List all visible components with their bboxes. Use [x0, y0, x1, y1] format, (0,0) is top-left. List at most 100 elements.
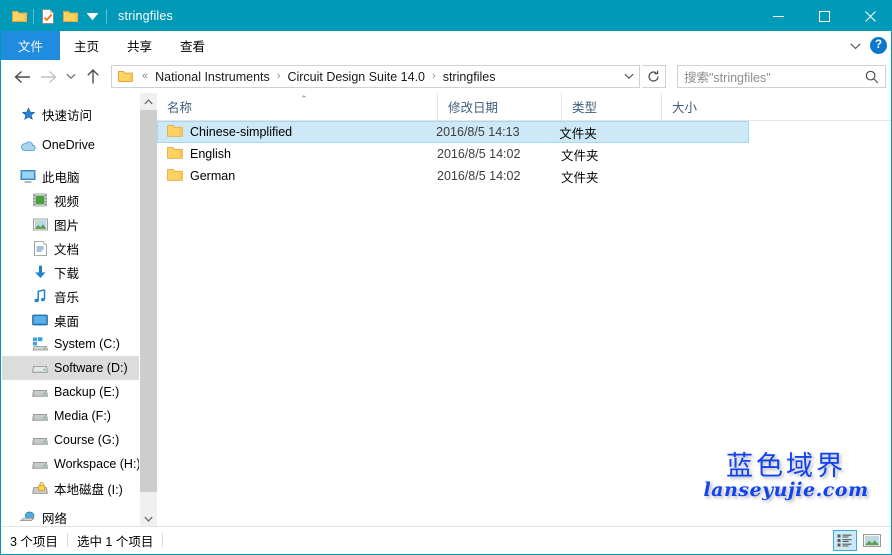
- sidebar-item-system-c[interactable]: System (C:): [2, 332, 139, 356]
- sidebar-item-downloads[interactable]: 下载: [2, 260, 139, 284]
- chevron-down-icon[interactable]: [81, 5, 103, 27]
- documents-icon: [32, 240, 48, 256]
- tab-share[interactable]: 共享: [113, 31, 166, 60]
- address-breadcrumb-bar[interactable]: « National Instruments › Circuit Design …: [111, 65, 640, 88]
- sidebar-item-label: System (C:): [54, 337, 120, 351]
- sidebar-item-this-pc[interactable]: 此电脑: [2, 164, 139, 188]
- breadcrumb-separator-2[interactable]: ›: [427, 71, 441, 82]
- file-list-pane: 名称 ⌃ 修改日期 类型 大小 Chinese-simplified 2016/…: [157, 93, 891, 527]
- videos-icon: [32, 192, 48, 208]
- sidebar-item-onedrive[interactable]: OneDrive: [2, 133, 139, 157]
- scrollbar-thumb[interactable]: [140, 110, 157, 492]
- scroll-down-icon[interactable]: [140, 510, 157, 527]
- properties-icon[interactable]: [37, 5, 59, 27]
- close-button[interactable]: [847, 1, 891, 31]
- file-name-label: Chinese-simplified: [190, 125, 293, 139]
- column-header-size[interactable]: 大小: [661, 93, 751, 120]
- drive-icon: [32, 384, 48, 400]
- column-header-label: 类型: [572, 101, 598, 115]
- tab-file[interactable]: 文件: [1, 31, 61, 60]
- file-type-cell: 文件夹: [559, 126, 597, 141]
- sidebar-item-local-disk-i[interactable]: 本地磁盘 (I:): [2, 476, 139, 500]
- tab-view[interactable]: 查看: [166, 31, 219, 60]
- file-name-cell: Chinese-simplified: [158, 124, 436, 140]
- column-header-name[interactable]: 名称 ⌃: [157, 93, 437, 120]
- tab-home[interactable]: 主页: [60, 31, 113, 60]
- sidebar-item-label: 图片: [54, 218, 80, 233]
- breadcrumb-item-circuit-design-suite[interactable]: Circuit Design Suite 14.0: [285, 70, 427, 84]
- refresh-button[interactable]: [642, 65, 666, 88]
- navigation-pane: 快速访问 OneDrive 此电脑 视频 图片 文档 下载 音乐 桌面 Syst…: [2, 93, 139, 527]
- column-header-type[interactable]: 类型: [561, 93, 661, 120]
- table-row[interactable]: Chinese-simplified 2016/8/5 14:13 文件夹: [157, 121, 749, 143]
- sidebar-item-backup-e[interactable]: Backup (E:): [2, 380, 139, 404]
- sidebar-item-workspace-h[interactable]: Workspace (H:): [2, 452, 139, 476]
- sidebar-item-pictures[interactable]: 图片: [2, 212, 139, 236]
- expand-ribbon-chevron-icon[interactable]: [850, 37, 861, 55]
- column-header-label: 名称: [167, 101, 193, 115]
- status-separator: [66, 533, 68, 547]
- table-row[interactable]: German 2016/8/5 14:02 文件夹: [157, 165, 891, 187]
- back-button[interactable]: [9, 64, 35, 90]
- item-count-label: 3 个项目: [10, 534, 58, 549]
- folder-icon[interactable]: [8, 5, 30, 27]
- search-icon[interactable]: [865, 70, 879, 84]
- details-view-button[interactable]: [833, 529, 857, 551]
- large-icons-view-button[interactable]: [860, 530, 884, 551]
- drive-icon: [32, 408, 48, 424]
- forward-button[interactable]: [35, 64, 61, 90]
- selection-label: 选中 1 个项目: [76, 534, 154, 549]
- network-icon: [20, 509, 36, 525]
- folder-icon: [167, 146, 183, 162]
- breadcrumb-item-stringfiles[interactable]: stringfiles: [441, 70, 498, 84]
- sort-ascending-caret-icon: ⌃: [300, 94, 308, 104]
- sidebar-item-documents[interactable]: 文档: [2, 236, 139, 260]
- drive-icon: [32, 360, 48, 376]
- column-header-label: 修改日期: [448, 101, 499, 115]
- help-icon[interactable]: ?: [870, 37, 887, 54]
- quick-access-toolbar: [1, 1, 110, 31]
- locked-drive-icon: [32, 480, 48, 496]
- sidebar-item-network[interactable]: 网络: [2, 505, 139, 527]
- sidebar-item-label: Software (D:): [54, 361, 128, 375]
- folder-icon: [167, 124, 183, 140]
- sidebar-item-course-g[interactable]: Course (G:): [2, 428, 139, 452]
- sidebar-item-desktop[interactable]: 桌面: [2, 308, 139, 332]
- up-button[interactable]: [80, 64, 106, 90]
- folder-icon: [167, 168, 183, 184]
- file-type-cell: 文件夹: [561, 170, 599, 185]
- window-controls: [755, 1, 891, 31]
- sidebar-item-quick-access[interactable]: 快速访问: [2, 102, 139, 126]
- minimize-button[interactable]: [755, 1, 801, 31]
- scroll-up-icon[interactable]: [140, 93, 157, 110]
- search-box[interactable]: 搜索"stringfiles": [677, 65, 886, 88]
- new-folder-icon[interactable]: [59, 5, 81, 27]
- file-rows: Chinese-simplified 2016/8/5 14:13 文件夹 En…: [157, 121, 891, 187]
- view-mode-buttons: [833, 529, 884, 551]
- file-name-cell: English: [157, 146, 437, 162]
- breadcrumb-item-national-instruments[interactable]: National Instruments: [153, 70, 272, 84]
- ribbon-right-controls: ?: [850, 31, 887, 60]
- breadcrumb-separator-1[interactable]: ›: [272, 71, 286, 82]
- sidebar-item-label: 视频: [54, 194, 80, 209]
- sidebar-item-media-f[interactable]: Media (F:): [2, 404, 139, 428]
- toolbar-separator: [33, 8, 34, 24]
- breadcrumb-folder-icon: [118, 70, 133, 83]
- navigation-pane-scrollbar[interactable]: [139, 93, 157, 527]
- recent-locations-chevron-icon[interactable]: [61, 64, 80, 90]
- sidebar-item-videos[interactable]: 视频: [2, 188, 139, 212]
- column-header-date-modified[interactable]: 修改日期: [437, 93, 561, 120]
- sidebar-item-music[interactable]: 音乐: [2, 284, 139, 308]
- star-icon: [20, 106, 36, 122]
- column-header-row: 名称 ⌃ 修改日期 类型 大小: [157, 93, 891, 121]
- address-dropdown-chevron-icon[interactable]: [619, 73, 639, 80]
- breadcrumb-overflow[interactable]: «: [137, 71, 153, 82]
- search-input[interactable]: 搜索"stringfiles": [684, 67, 865, 86]
- sidebar-item-label: Backup (E:): [54, 385, 120, 399]
- file-explorer-window: stringfiles 文件 主页 共享 查看 ? « National Ins…: [0, 0, 892, 555]
- drive-icon: [32, 432, 48, 448]
- sidebar-item-software-d[interactable]: Software (D:): [2, 356, 139, 380]
- maximize-button[interactable]: [801, 1, 847, 31]
- table-row[interactable]: English 2016/8/5 14:02 文件夹: [157, 143, 891, 165]
- file-type-cell: 文件夹: [561, 148, 599, 163]
